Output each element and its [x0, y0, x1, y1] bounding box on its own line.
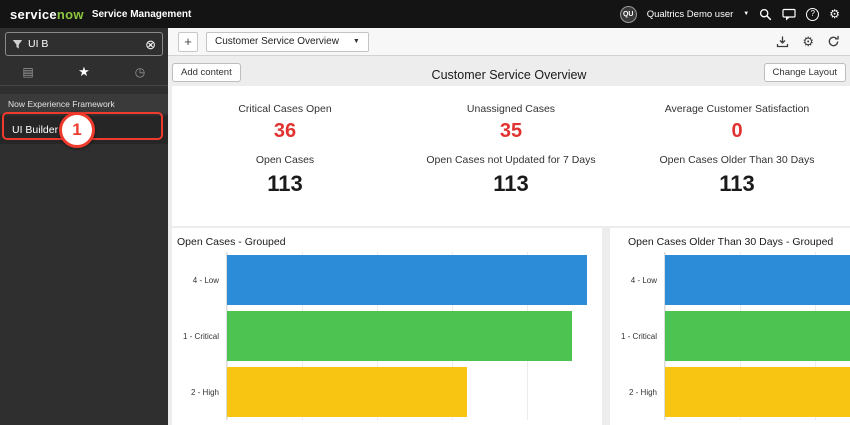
bar-row: 1 - Critical — [172, 308, 602, 364]
toolbar-right: ⚙ — [776, 35, 840, 48]
app-header: servicenow Service Management QU Qualtri… — [0, 0, 850, 28]
avatar[interactable]: QU — [620, 6, 637, 23]
history-clock-icon: ◷ — [135, 65, 145, 79]
kpi-label: Open Cases — [172, 154, 398, 166]
kpi-value: 35 — [398, 120, 624, 143]
gear-icon[interactable]: ⚙ — [829, 8, 840, 20]
kpi-panel: Critical Cases Open 36 Unassigned Cases … — [172, 86, 850, 226]
chart-open-cases-grouped: Open Cases - Grouped 4 - Low1 - Critical… — [172, 228, 602, 425]
page-title: Customer Service Overview — [172, 68, 846, 82]
plot-area-row — [664, 308, 850, 364]
bar-row: 1 - Critical — [610, 308, 850, 364]
bar-row: 2 - High — [172, 364, 602, 420]
dashboard-toolbar: + Customer Service Overview ▼ ⚙ — [168, 28, 850, 56]
sidebar-section-label: Now Experience Framework — [0, 94, 168, 114]
charts-row: Open Cases - Grouped 4 - Low1 - Critical… — [172, 228, 850, 425]
kpi-label: Unassigned Cases — [398, 103, 624, 115]
canvas-actions-row: Add content Customer Service Overview Ch… — [172, 60, 846, 84]
app-title: Service Management — [92, 9, 192, 20]
servicenow-logo: servicenow — [10, 7, 84, 22]
header-right: QU Qualtrics Demo user ▼ ? ⚙ — [620, 6, 840, 23]
bar-4-low[interactable] — [665, 255, 850, 305]
star-icon: ★ — [78, 64, 90, 79]
bar-2-high[interactable] — [227, 367, 467, 417]
tab-all-applications[interactable]: ▤ — [0, 65, 56, 79]
kpi-label: Open Cases Older Than 30 Days — [624, 154, 850, 166]
y-axis-tick-label: 1 - Critical — [610, 308, 664, 364]
kpi-label: Critical Cases Open — [172, 103, 398, 115]
chart-title: Open Cases - Grouped — [172, 236, 602, 248]
plot-area-row — [226, 364, 602, 420]
dashboard-selector-value: Customer Service Overview — [215, 36, 339, 47]
plot-area-row — [226, 252, 602, 308]
kpi-label: Average Customer Satisfaction — [624, 103, 850, 115]
user-caret-down-icon[interactable]: ▼ — [743, 11, 749, 17]
sidebar-item-label: UI Builder — [12, 124, 58, 136]
plot-area-row — [664, 252, 850, 308]
user-menu[interactable]: Qualtrics Demo user — [647, 9, 734, 20]
bar-chart: 4 - Low1 - Critical2 - High — [610, 252, 850, 420]
kpi-open-cases: Open Cases 113 — [172, 151, 398, 205]
add-tab-button[interactable]: + — [178, 32, 198, 52]
logo-now-text: now — [57, 7, 84, 22]
dashboard-settings-gear-icon[interactable]: ⚙ — [802, 35, 814, 48]
kpi-open-cases-older-30-days: Open Cases Older Than 30 Days 113 — [624, 151, 850, 205]
sidebar-search-input[interactable] — [28, 38, 140, 50]
plot-area-row — [226, 308, 602, 364]
chart-open-cases-older-30-days-grouped: Open Cases Older Than 30 Days - Grouped … — [610, 228, 850, 425]
kpi-label: Open Cases not Updated for 7 Days — [398, 154, 624, 166]
bar-4-low[interactable] — [227, 255, 587, 305]
y-axis-tick-label: 4 - Low — [610, 252, 664, 308]
apps-icon: ▤ — [22, 65, 33, 79]
bar-row: 2 - High — [610, 364, 850, 420]
save-dashboard-icon[interactable] — [776, 35, 789, 48]
kpi-value: 113 — [624, 171, 850, 197]
bar-1-critical[interactable] — [227, 311, 572, 361]
kpi-value: 36 — [172, 120, 398, 143]
sidebar-tabs: ▤ ★ ◷ — [0, 58, 168, 86]
kpi-average-customer-satisfaction: Average Customer Satisfaction 0 — [624, 100, 850, 151]
bar-row: 4 - Low — [610, 252, 850, 308]
kpi-value: 113 — [172, 171, 398, 197]
kpi-value: 0 — [624, 120, 850, 143]
add-content-button[interactable]: Add content — [172, 63, 241, 82]
change-layout-button[interactable]: Change Layout — [764, 63, 846, 82]
kpi-value: 113 — [398, 171, 624, 197]
clear-search-icon[interactable]: ⊗ — [145, 38, 156, 51]
sidebar-item-ui-builder[interactable]: UI Builder — [0, 116, 168, 144]
tab-history[interactable]: ◷ — [112, 65, 168, 79]
servicenow-app: servicenow Service Management QU Qualtri… — [0, 0, 850, 425]
kpi-grid: Critical Cases Open 36 Unassigned Cases … — [172, 86, 850, 205]
tab-favorites[interactable]: ★ — [56, 64, 112, 80]
filter-icon — [12, 39, 23, 50]
kpi-open-cases-not-updated-7-days: Open Cases not Updated for 7 Days 113 — [398, 151, 624, 205]
y-axis-tick-label: 4 - Low — [172, 252, 226, 308]
y-axis-tick-label: 2 - High — [172, 364, 226, 420]
chat-icon[interactable] — [782, 8, 796, 21]
sidebar-search-box: ⊗ — [5, 32, 163, 56]
chart-title: Open Cases Older Than 30 Days - Grouped — [610, 236, 850, 248]
edit-pencil-icon[interactable] — [63, 126, 72, 135]
bar-2-high[interactable] — [665, 367, 850, 417]
y-axis-tick-label: 1 - Critical — [172, 308, 226, 364]
plot-area-row — [664, 364, 850, 420]
bar-1-critical[interactable] — [665, 311, 850, 361]
search-icon[interactable] — [759, 8, 772, 21]
kpi-unassigned-cases: Unassigned Cases 35 — [398, 100, 624, 151]
refresh-icon[interactable] — [827, 35, 840, 48]
logo-service-text: service — [10, 7, 57, 22]
selector-caret-down-icon: ▼ — [353, 38, 360, 45]
sidebar: ⊗ ▤ ★ ◷ Now Experience Framework UI Buil… — [0, 28, 168, 425]
bar-chart: 4 - Low1 - Critical2 - High — [172, 252, 602, 420]
help-question-glyph: ? — [806, 8, 819, 21]
help-icon[interactable]: ? — [806, 8, 819, 21]
bar-row: 4 - Low — [172, 252, 602, 308]
y-axis-tick-label: 2 - High — [610, 364, 664, 420]
kpi-critical-cases-open: Critical Cases Open 36 — [172, 100, 398, 151]
dashboard-selector[interactable]: Customer Service Overview ▼ — [206, 32, 369, 52]
